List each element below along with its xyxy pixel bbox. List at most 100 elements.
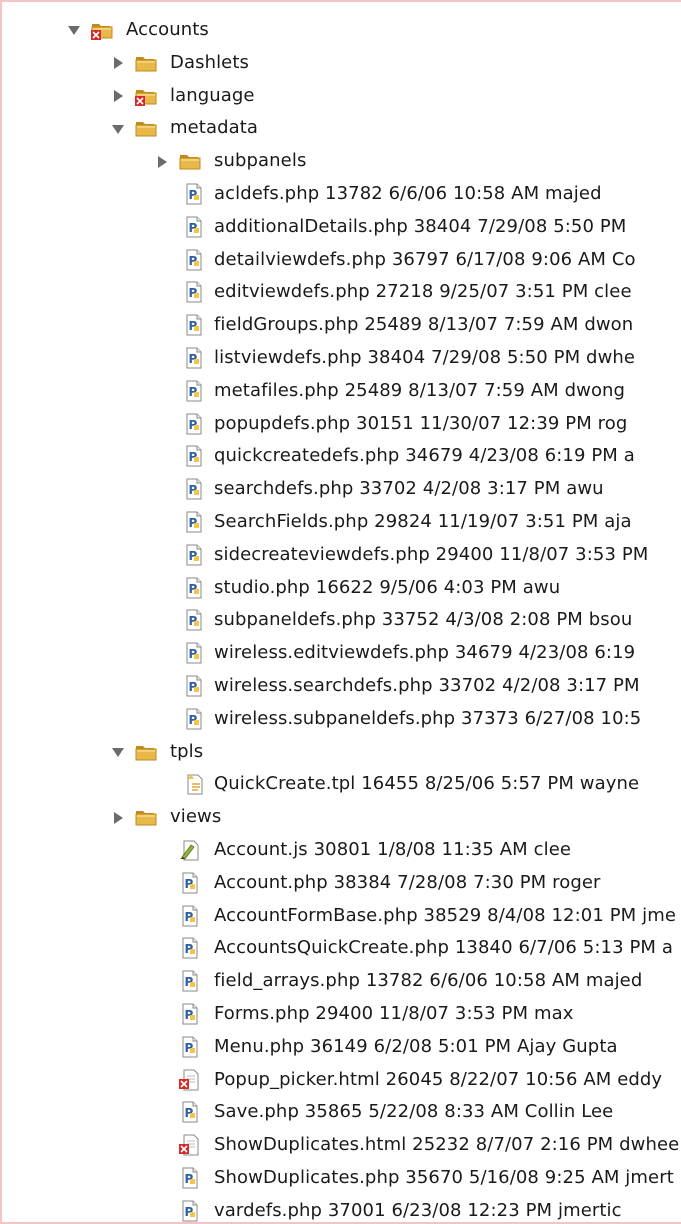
tree-folder-item[interactable]: language bbox=[2, 80, 681, 113]
tree-item-label: Dashlets bbox=[170, 51, 249, 73]
file-tree: Accounts Dashlets language metadata subpanel… bbox=[2, 14, 681, 1222]
collapsed-triangle-icon[interactable] bbox=[154, 145, 170, 178]
tree-item-label: subpaneldefs.php 33752 4/3/08 2:08 PM bs… bbox=[214, 609, 633, 631]
tree-item-label: SearchFields.php 29824 11/19/07 3:51 PM … bbox=[214, 510, 632, 532]
php-file-icon: P bbox=[182, 544, 206, 566]
project-explorer-panel: Accounts Dashlets language metadata subpanel… bbox=[0, 0, 681, 1224]
tree-file-item[interactable]: P Account.php 38384 7/28/08 7:30 PM roger bbox=[2, 867, 681, 900]
php-file-icon: P bbox=[182, 478, 206, 500]
tree-folder-item[interactable]: subpanels bbox=[2, 145, 681, 178]
tree-item-label: AccountFormBase.php 38529 8/4/08 12:01 P… bbox=[214, 904, 677, 926]
tree-file-item[interactable]: Pwireless.subpaneldefs.php 37373 6/27/08… bbox=[2, 703, 681, 736]
tree-item-label: listviewdefs.php 38404 7/29/08 5:50 PM d… bbox=[214, 346, 636, 368]
tree-file-item[interactable]: Pwireless.editviewdefs.php 34679 4/23/08… bbox=[2, 637, 681, 670]
tree-item-label: detailviewdefs.php 36797 6/17/08 9:06 AM… bbox=[214, 248, 636, 270]
tree-item-label: Forms.php 29400 11/8/07 3:53 PM max bbox=[214, 1002, 574, 1024]
tree-item-label: vardefs.php 37001 6/23/08 12:23 PM jmert… bbox=[214, 1199, 622, 1221]
php-file-icon: P bbox=[182, 314, 206, 336]
html-file-error-icon bbox=[178, 1134, 202, 1156]
php-file-icon: P bbox=[182, 249, 206, 271]
tree-file-item[interactable]: P SearchFields.php 29824 11/19/07 3:51 PM… bbox=[2, 506, 681, 539]
collapsed-triangle-icon[interactable] bbox=[110, 80, 126, 113]
php-file-icon: P bbox=[182, 642, 206, 664]
tree-file-item[interactable]: ShowDuplicates.html 25232 8/7/07 2:16 PM… bbox=[2, 1129, 681, 1162]
php-file-icon: P bbox=[182, 216, 206, 238]
tree-item-label: sidecreateviewdefs.php 29400 11/8/07 3:5… bbox=[214, 543, 649, 565]
tree-file-item[interactable]: P AccountFormBase.php 38529 8/4/08 12:01 … bbox=[2, 900, 681, 933]
php-file-icon: P bbox=[178, 937, 202, 959]
folder-error-icon bbox=[134, 85, 158, 107]
tree-item-label: Save.php 35865 5/22/08 8:33 AM Collin Le… bbox=[214, 1101, 614, 1123]
php-file-icon: P bbox=[178, 1167, 202, 1189]
tree-file-item[interactable]: PadditionalDetails.php 38404 7/29/08 5:5… bbox=[2, 211, 681, 244]
tree-file-item[interactable]: Pdetailviewdefs.php 36797 6/17/08 9:06 A… bbox=[2, 244, 681, 277]
folder-icon bbox=[134, 52, 158, 74]
tree-item-label: tpls bbox=[170, 740, 204, 762]
tpl-file-icon bbox=[182, 773, 206, 795]
tree-file-item[interactable]: P Menu.php 36149 6/2/08 5:01 PM Ajay Gupt… bbox=[2, 1031, 681, 1064]
tree-item-label: ShowDuplicates.html 25232 8/7/07 2:16 PM… bbox=[214, 1134, 680, 1156]
tree-file-item[interactable]: Pfield_arrays.php 13782 6/6/06 10:58 AM … bbox=[2, 965, 681, 998]
folder-icon bbox=[178, 150, 202, 172]
tree-file-item[interactable]: Ppopupdefs.php 30151 11/30/07 12:39 PM r… bbox=[2, 408, 681, 441]
tree-item-label: field_arrays.php 13782 6/6/06 10:58 AM m… bbox=[214, 970, 643, 992]
tree-item-label: Accounts bbox=[126, 19, 209, 40]
tree-folder-item[interactable]: tpls bbox=[2, 736, 681, 769]
tree-file-item[interactable]: Psidecreateviewdefs.php 29400 11/8/07 3:… bbox=[2, 539, 681, 572]
tree-folder-item[interactable]: Accounts bbox=[2, 14, 681, 47]
tree-item-label: subpanels bbox=[214, 150, 307, 172]
tree-file-item[interactable]: P AccountsQuickCreate.php 13840 6/7/06 5:… bbox=[2, 932, 681, 965]
expanded-triangle-icon[interactable] bbox=[110, 736, 126, 769]
tree-file-item[interactable]: Popup_picker.html 26045 8/22/07 10:56 AM… bbox=[2, 1064, 681, 1097]
folder-error-icon bbox=[90, 19, 114, 41]
php-file-icon: P bbox=[178, 1036, 202, 1058]
html-file-error-icon bbox=[178, 1069, 202, 1091]
tree-file-item[interactable]: Pmetafiles.php 25489 8/13/07 7:59 AM dwo… bbox=[2, 375, 681, 408]
php-file-icon: P bbox=[182, 183, 206, 205]
tree-file-item[interactable]: Pvardefs.php 37001 6/23/08 12:23 PM jmer… bbox=[2, 1195, 681, 1222]
tree-file-item[interactable]: Pquickcreatedefs.php 34679 4/23/08 6:19 … bbox=[2, 440, 681, 473]
tree-item-label: Popup_picker.html 26045 8/22/07 10:56 AM… bbox=[214, 1068, 663, 1090]
expanded-triangle-icon[interactable] bbox=[110, 112, 126, 145]
tree-item-label: AccountsQuickCreate.php 13840 6/7/06 5:1… bbox=[214, 937, 673, 959]
php-file-icon: P bbox=[178, 872, 202, 894]
tree-item-label: views bbox=[170, 806, 222, 828]
collapsed-triangle-icon[interactable] bbox=[110, 801, 126, 834]
tree-file-item[interactable]: QuickCreate.tpl 16455 8/25/06 5:57 PM wa… bbox=[2, 768, 681, 801]
tree-folder-item[interactable]: metadata bbox=[2, 112, 681, 145]
tree-file-item[interactable]: Psubpaneldefs.php 33752 4/3/08 2:08 PM b… bbox=[2, 604, 681, 637]
tree-item-label: wireless.editviewdefs.php 34679 4/23/08 … bbox=[214, 642, 636, 664]
php-file-icon: P bbox=[178, 1200, 202, 1222]
tree-item-label: additionalDetails.php 38404 7/29/08 5:50… bbox=[214, 215, 627, 237]
tree-item-label: searchdefs.php 33702 4/2/08 3:17 PM awu bbox=[214, 478, 604, 500]
tree-file-item[interactable]: Plistviewdefs.php 38404 7/29/08 5:50 PM … bbox=[2, 342, 681, 375]
tree-item-label: metadata bbox=[170, 117, 259, 139]
expanded-triangle-icon[interactable] bbox=[66, 14, 82, 47]
tree-folder-item[interactable]: views bbox=[2, 801, 681, 834]
tree-file-item[interactable]: Pacldefs.php 13782 6/6/06 10:58 AM majed bbox=[2, 178, 681, 211]
tree-file-item[interactable]: P Save.php 35865 5/22/08 8:33 AM Collin L… bbox=[2, 1096, 681, 1129]
tree-file-item[interactable]: Pstudio.php 16622 9/5/06 4:03 PM awu bbox=[2, 572, 681, 605]
tree-item-label: Menu.php 36149 6/2/08 5:01 PM Ajay Gupta bbox=[214, 1035, 618, 1057]
php-file-icon: P bbox=[182, 577, 206, 599]
tree-folder-item[interactable]: Dashlets bbox=[2, 47, 681, 80]
tree-file-item[interactable]: P ShowDuplicates.php 35670 5/16/08 9:25 A… bbox=[2, 1162, 681, 1195]
tree-item-label: quickcreatedefs.php 34679 4/23/08 6:19 P… bbox=[214, 445, 635, 467]
tree-file-item[interactable]: Account.js 30801 1/8/08 11:35 AM clee bbox=[2, 834, 681, 867]
tree-file-item[interactable]: Psearchdefs.php 33702 4/2/08 3:17 PM awu bbox=[2, 473, 681, 506]
js-file-icon bbox=[178, 839, 202, 861]
tree-file-item[interactable]: Pwireless.searchdefs.php 33702 4/2/08 3:… bbox=[2, 670, 681, 703]
tree-item-label: metafiles.php 25489 8/13/07 7:59 AM dwon… bbox=[214, 379, 626, 401]
tree-file-item[interactable]: Peditviewdefs.php 27218 9/25/07 3:51 PM … bbox=[2, 276, 681, 309]
tree-item-label: wireless.searchdefs.php 33702 4/2/08 3:1… bbox=[214, 674, 640, 696]
php-file-icon: P bbox=[178, 970, 202, 992]
tree-item-label: editviewdefs.php 27218 9/25/07 3:51 PM c… bbox=[214, 281, 632, 303]
php-file-icon: P bbox=[178, 1003, 202, 1025]
php-file-icon: P bbox=[182, 281, 206, 303]
php-file-icon: P bbox=[182, 609, 206, 631]
tree-file-item[interactable]: P Forms.php 29400 11/8/07 3:53 PM max bbox=[2, 998, 681, 1031]
tree-file-item[interactable]: PfieldGroups.php 25489 8/13/07 7:59 AM d… bbox=[2, 309, 681, 342]
php-file-icon: P bbox=[182, 511, 206, 533]
tree-item-label: Account.js 30801 1/8/08 11:35 AM clee bbox=[214, 838, 572, 860]
collapsed-triangle-icon[interactable] bbox=[110, 47, 126, 80]
